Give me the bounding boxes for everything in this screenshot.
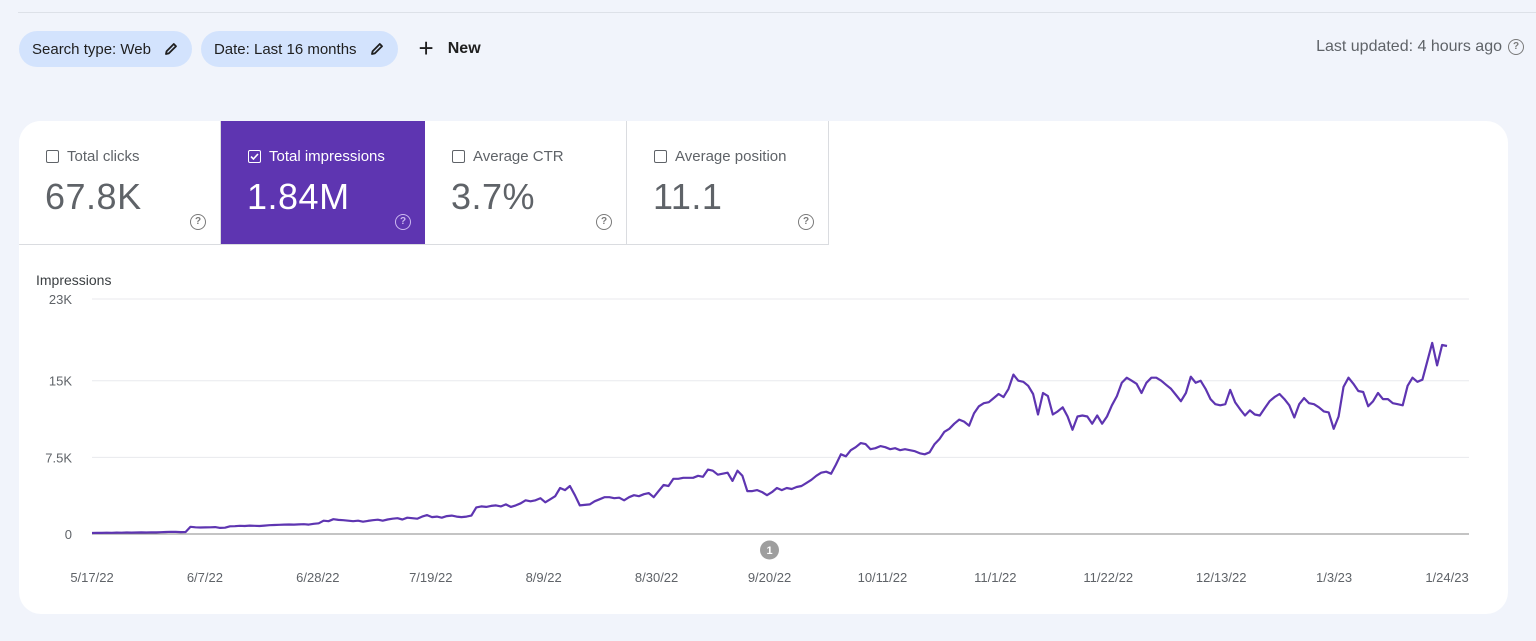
metric-total-clicks[interactable]: Total clicks 67.8K ? xyxy=(19,121,221,244)
metric-value: 1.84M xyxy=(247,176,350,217)
impressions-series-line xyxy=(91,341,1448,535)
x-tick-label: 7/19/22 xyxy=(409,570,452,585)
x-tick-label: 6/28/22 xyxy=(296,570,339,585)
checkbox-unchecked-icon[interactable] xyxy=(452,150,465,163)
y-axis-title: Impressions xyxy=(36,272,111,288)
plus-icon: + xyxy=(418,33,434,63)
search-type-filter-label: Search type: Web xyxy=(32,40,151,58)
metric-label: Total impressions xyxy=(269,148,385,165)
y-tick-label: 23K xyxy=(49,292,72,307)
new-filter-button[interactable]: + New xyxy=(418,33,481,63)
x-tick-label: 1/3/23 xyxy=(1316,570,1352,585)
search-type-filter-chip[interactable]: Search type: Web xyxy=(19,31,192,67)
help-icon[interactable]: ? xyxy=(1508,39,1524,55)
pencil-icon[interactable] xyxy=(163,41,179,57)
pencil-icon[interactable] xyxy=(369,41,385,57)
metric-label: Average position xyxy=(675,148,787,165)
performance-card: Impressions 0 7.5K 15K 23K 5/17/22 6/7/22 6/28/… xyxy=(19,121,1508,614)
help-icon[interactable]: ? xyxy=(596,214,612,230)
x-tick-label: 11/22/22 xyxy=(1083,570,1133,585)
checkbox-checked-icon[interactable] xyxy=(248,150,261,163)
x-tick-label: 8/30/22 xyxy=(635,570,678,585)
date-filter-chip[interactable]: Date: Last 16 months xyxy=(200,31,398,67)
metric-label: Average CTR xyxy=(473,148,564,165)
x-tick-label: 5/17/22 xyxy=(70,570,113,585)
x-tick-label: 8/9/22 xyxy=(526,570,562,585)
last-updated-text: Last updated: 4 hours ago xyxy=(1316,38,1502,55)
filter-bar: Search type: Web Date: Last 16 months + … xyxy=(19,31,481,67)
date-filter-label: Date: Last 16 months xyxy=(213,40,357,58)
annotation-label: 1 xyxy=(766,545,772,557)
x-tick-label: 1/24/23 xyxy=(1425,570,1468,585)
x-tick-label: 9/20/22 xyxy=(748,570,791,585)
x-tick-label: 10/11/22 xyxy=(858,570,908,585)
metric-label: Total clicks xyxy=(67,148,140,165)
help-icon[interactable]: ? xyxy=(395,214,411,230)
help-icon[interactable]: ? xyxy=(190,214,206,230)
metric-value: 11.1 xyxy=(653,176,723,217)
metric-average-ctr[interactable]: Average CTR 3.7% ? xyxy=(425,121,627,244)
metric-value: 3.7% xyxy=(451,176,536,217)
checkbox-unchecked-icon[interactable] xyxy=(654,150,667,163)
top-divider xyxy=(18,12,1536,13)
last-updated-status: Last updated: 4 hours ago ? xyxy=(1316,38,1524,56)
metric-value: 67.8K xyxy=(45,176,142,217)
y-tick-label: 7.5K xyxy=(45,450,72,465)
x-tick-label: 6/7/22 xyxy=(187,570,223,585)
checkbox-unchecked-icon[interactable] xyxy=(46,150,59,163)
y-tick-label: 15K xyxy=(49,374,72,389)
x-tick-label: 12/13/22 xyxy=(1196,570,1247,585)
y-tick-label: 0 xyxy=(65,527,72,542)
metric-total-impressions[interactable]: Total impressions 1.84M ? xyxy=(221,121,425,244)
metric-average-position[interactable]: Average position 11.1 ? xyxy=(627,121,829,244)
new-filter-label: New xyxy=(447,40,481,57)
metric-tabs: Total clicks 67.8K ? Total impressions 1… xyxy=(19,121,829,245)
x-tick-label: 11/1/22 xyxy=(974,570,1016,585)
help-icon[interactable]: ? xyxy=(798,214,814,230)
